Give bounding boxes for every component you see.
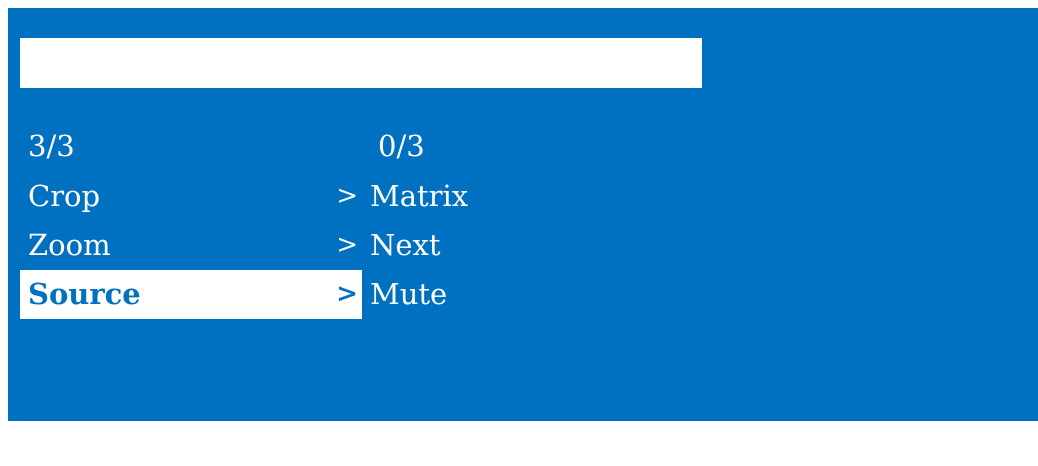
menu-item-zoom[interactable]: Zoom > xyxy=(20,221,362,270)
right-page-indicator-text: 0/3 xyxy=(378,129,425,163)
chevron-right-icon: > xyxy=(336,230,358,260)
menu-item-label: Source xyxy=(28,277,141,311)
right-page-indicator: 0/3 xyxy=(370,120,770,172)
chevron-right-icon: > xyxy=(336,279,358,309)
submenu-item-label: Mute xyxy=(370,277,448,311)
chevron-right-icon: > xyxy=(336,181,358,211)
menu-item-source[interactable]: Source > xyxy=(20,270,362,319)
menu-item-label: Zoom xyxy=(28,228,111,262)
breadcrumb: Menu > Video > Output1>CH1 xyxy=(20,38,702,130)
left-menu: 3/3 Crop > Zoom > Source > xyxy=(20,120,362,319)
submenu-item-label: Matrix xyxy=(370,179,469,213)
submenu-item-next[interactable]: Next xyxy=(370,221,770,270)
left-page-indicator-text: 3/3 xyxy=(28,129,75,163)
menu-item-crop[interactable]: Crop > xyxy=(20,172,362,221)
osd-screen: Menu > Video > Output1>CH1 3/3 Crop > Zo… xyxy=(8,8,1038,421)
submenu-item-mute[interactable]: Mute xyxy=(370,270,770,319)
submenu-item-matrix[interactable]: Matrix xyxy=(370,172,770,221)
menu-item-label: Crop xyxy=(28,179,101,213)
submenu-item-label: Next xyxy=(370,228,441,262)
right-menu: 0/3 Matrix Next Mute xyxy=(370,120,770,319)
left-page-indicator: 3/3 xyxy=(20,120,362,172)
